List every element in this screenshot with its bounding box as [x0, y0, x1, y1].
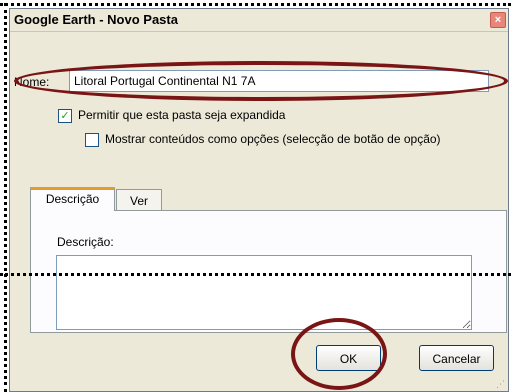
name-input[interactable]	[69, 70, 489, 92]
radio-contents-checkbox[interactable]	[85, 133, 99, 147]
dialog-window: Google Earth - Novo Pasta × Nome: ✓ Perm…	[9, 8, 509, 392]
radio-contents-checkbox-label: Mostrar conteúdos como opções (selecção …	[105, 132, 441, 146]
tab-descricao[interactable]: Descrição	[30, 187, 115, 211]
tab-ver[interactable]: Ver	[116, 189, 162, 211]
window-title: Google Earth - Novo Pasta	[14, 12, 178, 27]
dotted-border-left	[4, 3, 7, 392]
close-icon[interactable]: ×	[490, 12, 506, 28]
description-textarea[interactable]	[56, 255, 472, 330]
ok-button[interactable]: OK	[316, 345, 381, 371]
title-bar[interactable]: Google Earth - Novo Pasta ×	[10, 9, 508, 32]
description-label: Descrição:	[57, 235, 114, 249]
tab-ver-label: Ver	[129, 194, 148, 208]
dotted-border-top	[0, 3, 511, 6]
description-panel: Descrição:	[30, 210, 507, 333]
resize-grip-icon[interactable]: ⋰	[496, 379, 506, 389]
expand-checkbox[interactable]: ✓	[58, 109, 72, 123]
name-label: Nome:	[14, 75, 50, 89]
dotted-guide-line	[0, 273, 511, 276]
tab-descricao-label: Descrição	[45, 192, 100, 206]
expand-checkbox-label: Permitir que esta pasta seja expandida	[78, 108, 286, 122]
cancel-button[interactable]: Cancelar	[419, 345, 494, 371]
